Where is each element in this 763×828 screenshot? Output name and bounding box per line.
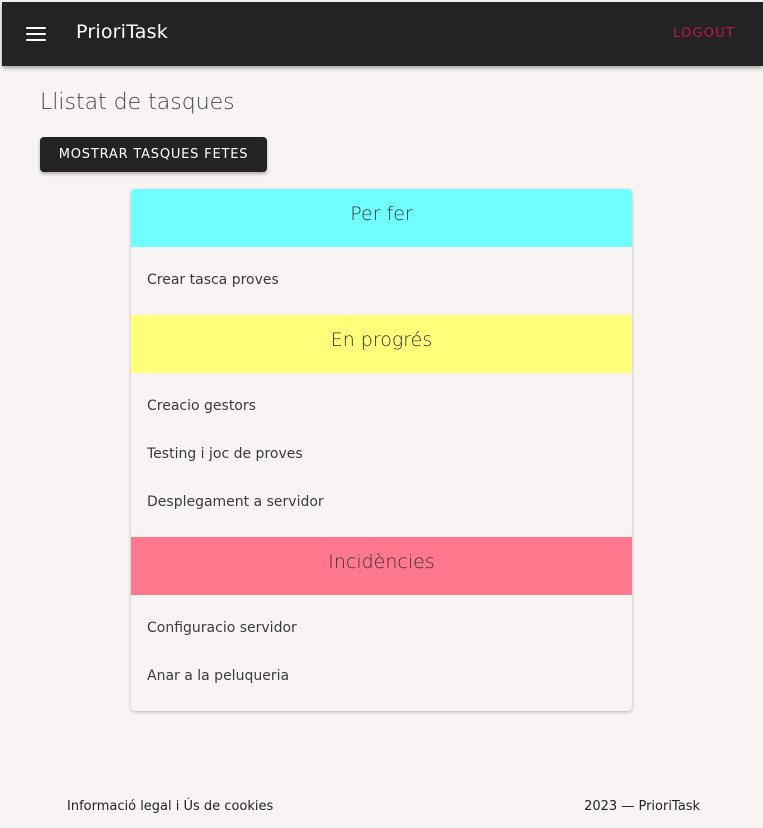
show-done-tasks-button[interactable]: MOSTRAR TASQUES FETES — [40, 137, 267, 172]
task-item[interactable]: Desplegament a servidor — [131, 479, 632, 527]
column-header: En progrés — [131, 315, 632, 373]
app-bar: PrioriTask LOGOUT — [2, 2, 763, 66]
page-title: Llistat de tasques — [40, 90, 235, 115]
task-item[interactable]: Configuracio servidor — [131, 605, 632, 653]
menu-button[interactable] — [20, 18, 52, 50]
copyright-text: 2023 — PrioriTask — [584, 799, 700, 814]
task-list: Creacio gestors Testing i joc de proves … — [131, 373, 632, 537]
column-en-progres: En progrés Creacio gestors Testing i joc… — [131, 315, 632, 537]
logout-button[interactable]: LOGOUT — [673, 26, 735, 41]
task-item[interactable]: Crear tasca proves — [131, 257, 632, 305]
task-list: Crear tasca proves — [131, 247, 632, 315]
column-header: Per fer — [131, 189, 632, 247]
task-item[interactable]: Testing i joc de proves — [131, 431, 632, 479]
column-incidencies: Incidències Configuracio servidor Anar a… — [131, 537, 632, 711]
column-per-fer: Per fer Crear tasca proves — [131, 189, 632, 315]
legal-link[interactable]: Informació legal i Ús de cookies — [67, 799, 273, 814]
task-board: Per fer Crear tasca proves En progrés Cr… — [131, 189, 632, 711]
task-item[interactable]: Creacio gestors — [131, 383, 632, 431]
column-header: Incidències — [131, 537, 632, 595]
app-title: PrioriTask — [76, 21, 168, 43]
app-frame: PrioriTask LOGOUT Llistat de tasques MOS… — [2, 2, 763, 828]
task-item[interactable]: Anar a la peluqueria — [131, 653, 632, 701]
task-list: Configuracio servidor Anar a la peluquer… — [131, 595, 632, 711]
